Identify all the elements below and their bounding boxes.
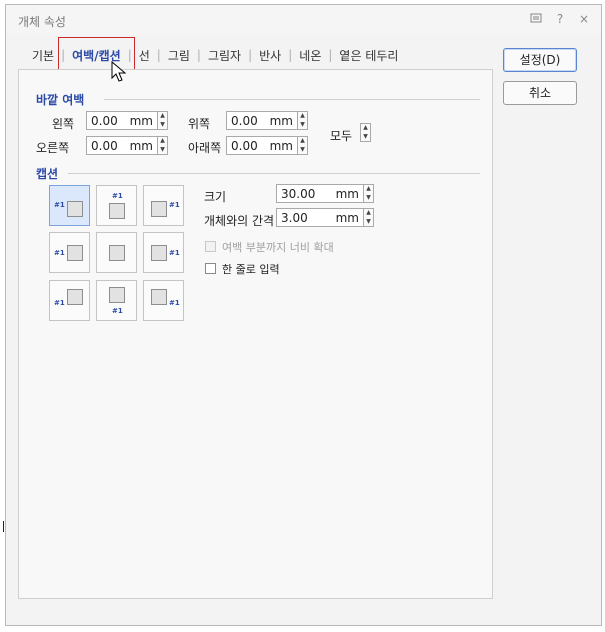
object-box — [67, 289, 83, 305]
bottom-margin-label: 아래쪽 — [188, 141, 222, 155]
top-margin-spinner[interactable]: 0.00 mm ▲ ▼ — [226, 111, 308, 130]
tab-line[interactable]: 선 — [133, 47, 156, 64]
caption-position-right[interactable]: #1 — [143, 232, 184, 273]
left-margin-value[interactable]: 0.00 — [91, 114, 118, 128]
caption-gap-spinner[interactable]: 3.00 mm ▲ ▼ — [276, 208, 374, 227]
spin-down-icon[interactable]: ▼ — [298, 121, 307, 130]
caption-position-left[interactable]: #1 — [49, 232, 90, 273]
spin-down-icon[interactable]: ▼ — [158, 146, 167, 155]
caption-tag: #1 — [112, 307, 123, 315]
right-margin-unit: mm — [129, 138, 153, 153]
all-margin-label: 모두 — [330, 129, 353, 143]
window-icon[interactable] — [529, 12, 543, 27]
tab-neon[interactable]: 네온 — [293, 47, 327, 64]
top-margin-unit: mm — [269, 113, 293, 128]
spin-up-icon[interactable]: ▲ — [298, 137, 307, 146]
caption-tag: #1 — [54, 249, 65, 257]
caption-position-top[interactable]: #1 — [96, 185, 137, 226]
caption-tag: #1 — [169, 201, 180, 209]
cancel-button[interactable]: 취소 — [503, 81, 577, 105]
caption-position-left-bottom[interactable]: #1 — [49, 280, 90, 321]
right-margin-value[interactable]: 0.00 — [91, 139, 118, 153]
caption-gap-unit: mm — [335, 210, 359, 225]
spin-down-icon[interactable]: ▼ — [364, 218, 373, 227]
tab-shadow[interactable]: 그림자 — [202, 47, 247, 64]
mouse-cursor-icon — [111, 61, 127, 82]
caption-gap-label: 개체와의 간격 — [204, 214, 275, 228]
top-margin-value[interactable]: 0.00 — [231, 114, 258, 128]
object-box — [151, 201, 167, 217]
spin-down-icon[interactable]: ▼ — [298, 146, 307, 155]
caption-position-none[interactable] — [96, 232, 137, 273]
caption-position-left-top[interactable]: #1 — [49, 185, 90, 226]
caption-gap-value[interactable]: 3.00 — [281, 211, 308, 225]
object-box — [109, 203, 125, 219]
spin-up-icon[interactable]: ▲ — [158, 112, 167, 121]
single-line-label: 한 줄로 입력 — [222, 263, 280, 276]
object-box — [67, 245, 83, 261]
caption-size-value[interactable]: 30.00 — [281, 187, 315, 201]
caption-size-spinner[interactable]: 30.00 mm ▲ ▼ — [276, 184, 374, 203]
caption-tag: #1 — [54, 201, 65, 209]
tab-basic[interactable]: 기본 — [26, 47, 60, 64]
object-box — [109, 245, 125, 261]
expand-width-label: 여백 부분까지 너비 확대 — [222, 241, 334, 254]
bottom-margin-value[interactable]: 0.00 — [231, 139, 258, 153]
left-margin-label: 왼쪽 — [52, 117, 75, 131]
caption-size-unit: mm — [335, 186, 359, 201]
object-box — [151, 289, 167, 305]
caption-position-right-top[interactable]: #1 — [143, 185, 184, 226]
spin-down-icon[interactable]: ▼ — [364, 194, 373, 203]
tab-soft-border[interactable]: 옅은 테두리 — [333, 47, 404, 64]
help-icon[interactable]: ? — [553, 12, 567, 27]
spin-down-icon[interactable]: ▼ — [361, 133, 370, 142]
tab-picture[interactable]: 그림 — [162, 47, 196, 64]
caption-position-bottom[interactable]: #1 — [96, 280, 137, 321]
object-box — [109, 287, 125, 303]
right-margin-spinner[interactable]: 0.00 mm ▲ ▼ — [86, 136, 168, 155]
left-margin-spinner[interactable]: 0.00 mm ▲ ▼ — [86, 111, 168, 130]
caption-position-right-bottom[interactable]: #1 — [143, 280, 184, 321]
top-margin-label: 위쪽 — [188, 117, 211, 131]
right-margin-label: 오른쪽 — [36, 141, 70, 155]
text-caret — [3, 521, 4, 532]
spin-up-icon[interactable]: ▲ — [364, 209, 373, 218]
object-box — [151, 245, 167, 261]
bottom-margin-unit: mm — [269, 138, 293, 153]
caption-section-divider — [68, 173, 480, 174]
dialog-title: 개체 속성 — [18, 15, 66, 29]
caption-size-label: 크기 — [204, 190, 227, 204]
spin-down-icon[interactable]: ▼ — [158, 121, 167, 130]
close-icon[interactable]: × — [577, 12, 591, 27]
spin-up-icon[interactable]: ▲ — [364, 185, 373, 194]
object-box — [67, 201, 83, 217]
spin-up-icon[interactable]: ▲ — [298, 112, 307, 121]
all-margin-spinner[interactable]: ▲ ▼ — [360, 123, 371, 142]
bottom-margin-spinner[interactable]: 0.00 mm ▲ ▼ — [226, 136, 308, 155]
spin-up-icon[interactable]: ▲ — [361, 124, 370, 133]
margin-section-divider — [104, 99, 480, 100]
caption-tag: #1 — [54, 299, 65, 307]
expand-width-checkbox[interactable] — [205, 241, 216, 252]
caption-tag: #1 — [169, 299, 180, 307]
caption-tag: #1 — [169, 249, 180, 257]
caption-tag: #1 — [112, 192, 123, 200]
left-margin-unit: mm — [129, 113, 153, 128]
caption-section-title: 캡션 — [36, 167, 59, 181]
single-line-checkbox[interactable] — [205, 263, 216, 274]
margin-section-title: 바깥 여백 — [36, 93, 85, 107]
ok-button[interactable]: 설정(D) — [503, 48, 577, 72]
title-bar: 개체 속성 ? × — [6, 5, 601, 35]
tab-reflection[interactable]: 반사 — [253, 47, 287, 64]
spin-up-icon[interactable]: ▲ — [158, 137, 167, 146]
